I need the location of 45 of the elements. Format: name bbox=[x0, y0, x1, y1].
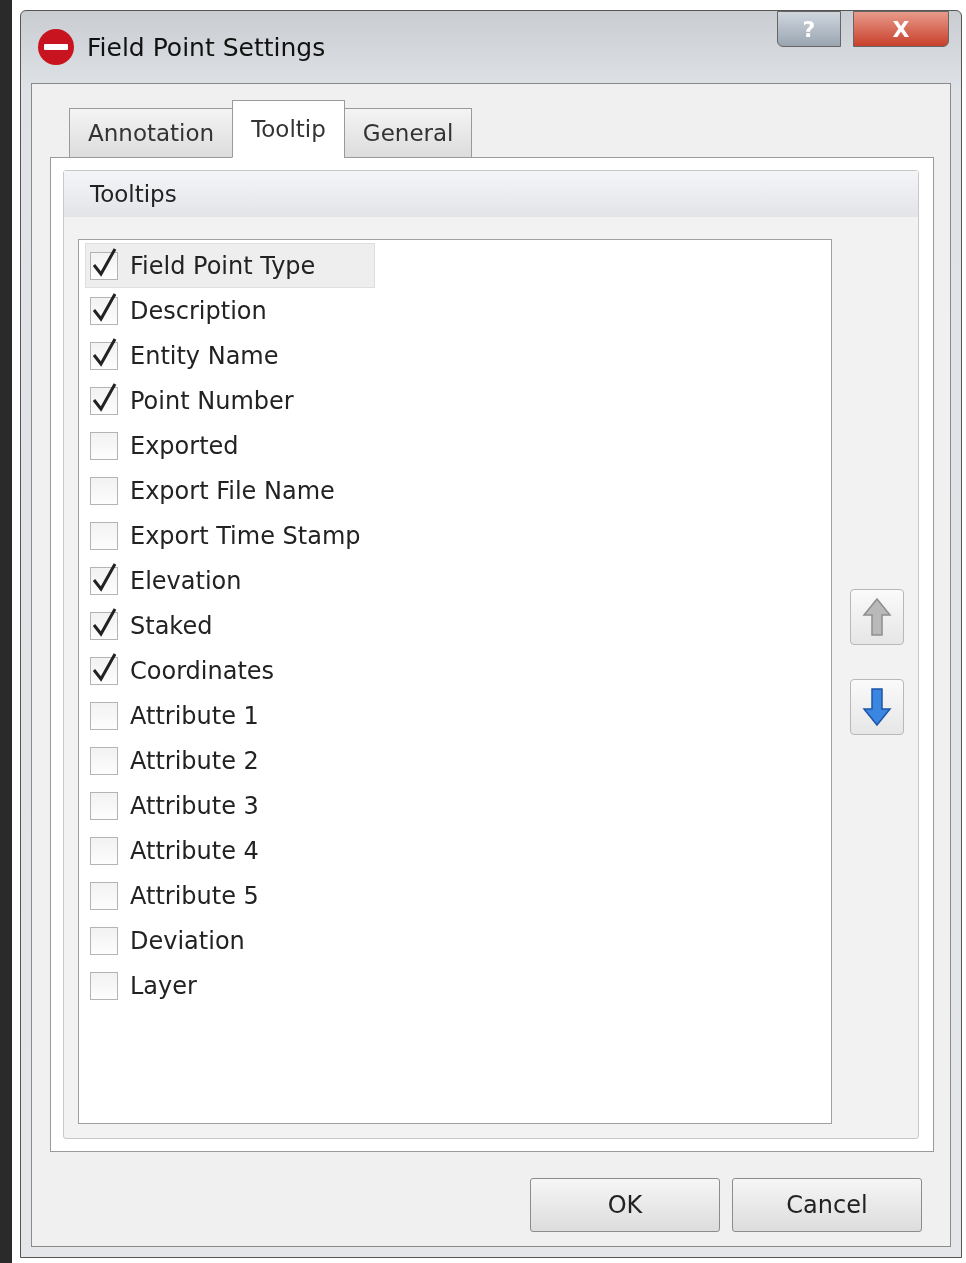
list-item[interactable]: Attribute 5 bbox=[85, 873, 375, 918]
checkbox[interactable] bbox=[90, 296, 118, 325]
logo-icon bbox=[37, 28, 75, 66]
checkbox[interactable] bbox=[90, 971, 118, 1000]
list-item[interactable]: Exported bbox=[85, 423, 375, 468]
checkbox[interactable] bbox=[90, 701, 118, 730]
checkbox[interactable] bbox=[90, 431, 118, 460]
list-item[interactable]: Layer bbox=[85, 963, 375, 1008]
checkbox[interactable] bbox=[90, 791, 118, 820]
checkbox[interactable] bbox=[90, 881, 118, 910]
checkbox[interactable] bbox=[90, 611, 118, 640]
list-item[interactable]: Attribute 3 bbox=[85, 783, 375, 828]
checkbox[interactable] bbox=[90, 521, 118, 550]
list-item[interactable]: Entity Name bbox=[85, 333, 375, 378]
cancel-button[interactable]: Cancel bbox=[732, 1178, 922, 1232]
checkbox[interactable] bbox=[90, 251, 118, 280]
checkbox[interactable] bbox=[90, 926, 118, 955]
checkbox[interactable] bbox=[90, 476, 118, 505]
up-arrow-icon bbox=[862, 596, 892, 637]
list-item[interactable]: Deviation bbox=[85, 918, 375, 963]
tab[interactable]: Annotation bbox=[69, 108, 234, 158]
window-title: Field Point Settings bbox=[87, 32, 327, 62]
list-item[interactable]: Attribute 4 bbox=[85, 828, 375, 873]
list-item[interactable]: Elevation bbox=[85, 558, 375, 603]
checkbox[interactable] bbox=[90, 746, 118, 775]
checkbox[interactable] bbox=[90, 836, 118, 865]
group-title: Tooltips bbox=[64, 171, 918, 217]
list-item[interactable]: Staked bbox=[85, 603, 375, 648]
checkbox[interactable] bbox=[90, 566, 118, 595]
list-item[interactable]: Description bbox=[85, 288, 375, 333]
down-arrow-icon bbox=[862, 686, 892, 727]
list-item[interactable]: Export File Name bbox=[85, 468, 375, 513]
tab[interactable]: General bbox=[343, 108, 473, 158]
ok-button[interactable]: OK bbox=[530, 1178, 720, 1232]
tab[interactable]: Tooltip bbox=[232, 100, 345, 158]
move-down-button[interactable] bbox=[850, 678, 904, 735]
list-item[interactable]: Export Time Stamp bbox=[85, 513, 375, 558]
checkbox[interactable] bbox=[90, 386, 118, 415]
list-item[interactable]: Attribute 1 bbox=[85, 693, 375, 738]
list-item[interactable]: Attribute 2 bbox=[85, 738, 375, 783]
list-item[interactable]: Point Number bbox=[85, 378, 375, 423]
checkbox[interactable] bbox=[90, 341, 118, 370]
list-item[interactable]: Coordinates bbox=[85, 648, 375, 693]
list-item[interactable]: Field Point Type bbox=[85, 243, 375, 288]
checkbox[interactable] bbox=[90, 656, 118, 685]
